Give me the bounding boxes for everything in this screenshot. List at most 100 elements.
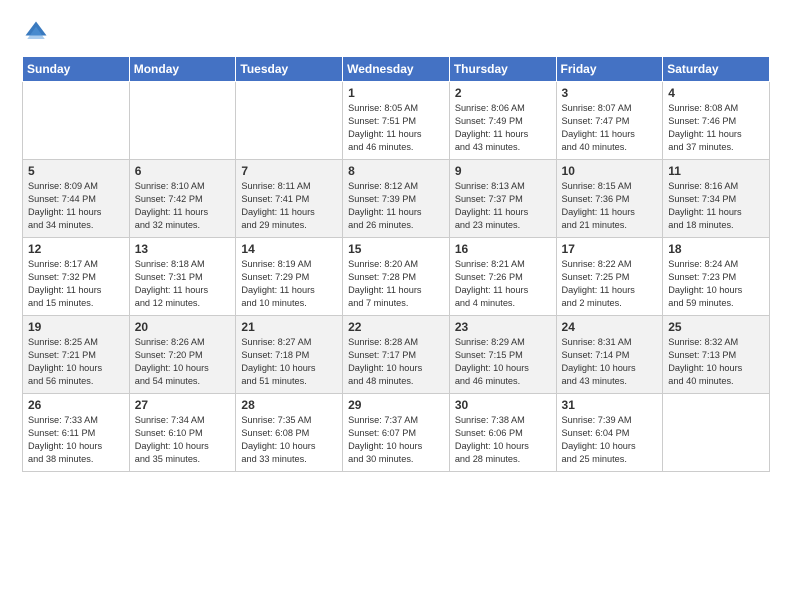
- day-info: Sunrise: 7:34 AM Sunset: 6:10 PM Dayligh…: [135, 414, 231, 466]
- day-info: Sunrise: 8:20 AM Sunset: 7:28 PM Dayligh…: [348, 258, 444, 310]
- calendar-day-cell: 20 Sunrise: 8:26 AM Sunset: 7:20 PM Dayli…: [129, 316, 236, 394]
- calendar-day-cell: [236, 82, 343, 160]
- day-info: Sunrise: 7:35 AM Sunset: 6:08 PM Dayligh…: [241, 414, 337, 466]
- day-info: Sunrise: 8:19 AM Sunset: 7:29 PM Dayligh…: [241, 258, 337, 310]
- day-number: 10: [562, 164, 658, 178]
- weekday-header: Tuesday: [236, 57, 343, 82]
- calendar-day-cell: 21 Sunrise: 8:27 AM Sunset: 7:18 PM Dayli…: [236, 316, 343, 394]
- day-info: Sunrise: 7:39 AM Sunset: 6:04 PM Dayligh…: [562, 414, 658, 466]
- day-number: 15: [348, 242, 444, 256]
- calendar-day-cell: 10 Sunrise: 8:15 AM Sunset: 7:36 PM Dayli…: [556, 160, 663, 238]
- calendar-day-cell: 24 Sunrise: 8:31 AM Sunset: 7:14 PM Dayli…: [556, 316, 663, 394]
- day-info: Sunrise: 8:25 AM Sunset: 7:21 PM Dayligh…: [28, 336, 124, 388]
- day-number: 12: [28, 242, 124, 256]
- day-number: 4: [668, 86, 764, 100]
- calendar-day-cell: 28 Sunrise: 7:35 AM Sunset: 6:08 PM Dayli…: [236, 394, 343, 472]
- day-number: 14: [241, 242, 337, 256]
- calendar-day-cell: 15 Sunrise: 8:20 AM Sunset: 7:28 PM Dayli…: [343, 238, 450, 316]
- day-number: 19: [28, 320, 124, 334]
- day-info: Sunrise: 8:16 AM Sunset: 7:34 PM Dayligh…: [668, 180, 764, 232]
- calendar-day-cell: 23 Sunrise: 8:29 AM Sunset: 7:15 PM Dayli…: [449, 316, 556, 394]
- day-number: 20: [135, 320, 231, 334]
- logo: [22, 18, 54, 46]
- calendar-day-cell: 9 Sunrise: 8:13 AM Sunset: 7:37 PM Daylig…: [449, 160, 556, 238]
- header: [22, 18, 770, 46]
- calendar-day-cell: 22Sunrise: 8:28 AM Sunset: 7:17 PM Dayli…: [343, 316, 450, 394]
- day-info: Sunrise: 8:10 AM Sunset: 7:42 PM Dayligh…: [135, 180, 231, 232]
- day-number: 25: [668, 320, 764, 334]
- day-number: 21: [241, 320, 337, 334]
- day-number: 17: [562, 242, 658, 256]
- day-number: 6: [135, 164, 231, 178]
- calendar-day-cell: 25 Sunrise: 8:32 AM Sunset: 7:13 PM Dayli…: [663, 316, 770, 394]
- calendar-day-cell: [23, 82, 130, 160]
- day-info: Sunrise: 8:13 AM Sunset: 7:37 PM Dayligh…: [455, 180, 551, 232]
- calendar-day-cell: 12 Sunrise: 8:17 AM Sunset: 7:32 PM Dayli…: [23, 238, 130, 316]
- calendar-day-cell: [129, 82, 236, 160]
- logo-icon: [22, 18, 50, 46]
- calendar-day-cell: 4Sunrise: 8:08 AM Sunset: 7:46 PM Daylig…: [663, 82, 770, 160]
- calendar-day-cell: 29Sunrise: 7:37 AM Sunset: 6:07 PM Dayli…: [343, 394, 450, 472]
- day-number: 8: [348, 164, 444, 178]
- day-number: 27: [135, 398, 231, 412]
- weekday-header: Monday: [129, 57, 236, 82]
- day-number: 28: [241, 398, 337, 412]
- day-info: Sunrise: 8:11 AM Sunset: 7:41 PM Dayligh…: [241, 180, 337, 232]
- calendar-week-row: 26 Sunrise: 7:33 AM Sunset: 6:11 PM Dayli…: [23, 394, 770, 472]
- day-info: Sunrise: 7:33 AM Sunset: 6:11 PM Dayligh…: [28, 414, 124, 466]
- day-info: Sunrise: 8:29 AM Sunset: 7:15 PM Dayligh…: [455, 336, 551, 388]
- day-info: Sunrise: 8:24 AM Sunset: 7:23 PM Dayligh…: [668, 258, 764, 310]
- day-number: 13: [135, 242, 231, 256]
- weekday-header: Saturday: [663, 57, 770, 82]
- page: SundayMondayTuesdayWednesdayThursdayFrid…: [0, 0, 792, 612]
- calendar-day-cell: 2 Sunrise: 8:06 AM Sunset: 7:49 PM Daylig…: [449, 82, 556, 160]
- day-number: 18: [668, 242, 764, 256]
- day-number: 23: [455, 320, 551, 334]
- calendar-day-cell: 27 Sunrise: 7:34 AM Sunset: 6:10 PM Dayli…: [129, 394, 236, 472]
- day-info: Sunrise: 8:05 AM Sunset: 7:51 PM Dayligh…: [348, 102, 444, 154]
- calendar-day-cell: 30 Sunrise: 7:38 AM Sunset: 6:06 PM Dayli…: [449, 394, 556, 472]
- calendar-day-cell: 31 Sunrise: 7:39 AM Sunset: 6:04 PM Dayli…: [556, 394, 663, 472]
- day-info: Sunrise: 8:26 AM Sunset: 7:20 PM Dayligh…: [135, 336, 231, 388]
- day-info: Sunrise: 8:12 AM Sunset: 7:39 PM Dayligh…: [348, 180, 444, 232]
- day-info: Sunrise: 8:07 AM Sunset: 7:47 PM Dayligh…: [562, 102, 658, 154]
- day-number: 30: [455, 398, 551, 412]
- calendar-day-cell: 7Sunrise: 8:11 AM Sunset: 7:41 PM Daylig…: [236, 160, 343, 238]
- calendar-day-cell: 13 Sunrise: 8:18 AM Sunset: 7:31 PM Dayli…: [129, 238, 236, 316]
- weekday-header: Thursday: [449, 57, 556, 82]
- day-info: Sunrise: 8:06 AM Sunset: 7:49 PM Dayligh…: [455, 102, 551, 154]
- calendar-day-cell: 11Sunrise: 8:16 AM Sunset: 7:34 PM Dayli…: [663, 160, 770, 238]
- weekday-header: Wednesday: [343, 57, 450, 82]
- day-info: Sunrise: 8:27 AM Sunset: 7:18 PM Dayligh…: [241, 336, 337, 388]
- weekday-header: Friday: [556, 57, 663, 82]
- day-info: Sunrise: 8:28 AM Sunset: 7:17 PM Dayligh…: [348, 336, 444, 388]
- day-number: 24: [562, 320, 658, 334]
- calendar-day-cell: 26 Sunrise: 7:33 AM Sunset: 6:11 PM Dayli…: [23, 394, 130, 472]
- calendar-day-cell: 16Sunrise: 8:21 AM Sunset: 7:26 PM Dayli…: [449, 238, 556, 316]
- calendar-day-cell: 18 Sunrise: 8:24 AM Sunset: 7:23 PM Dayli…: [663, 238, 770, 316]
- day-info: Sunrise: 8:15 AM Sunset: 7:36 PM Dayligh…: [562, 180, 658, 232]
- calendar-week-row: 12 Sunrise: 8:17 AM Sunset: 7:32 PM Dayli…: [23, 238, 770, 316]
- day-info: Sunrise: 8:22 AM Sunset: 7:25 PM Dayligh…: [562, 258, 658, 310]
- day-info: Sunrise: 8:32 AM Sunset: 7:13 PM Dayligh…: [668, 336, 764, 388]
- calendar-day-cell: 6 Sunrise: 8:10 AM Sunset: 7:42 PM Daylig…: [129, 160, 236, 238]
- day-info: Sunrise: 8:18 AM Sunset: 7:31 PM Dayligh…: [135, 258, 231, 310]
- day-info: Sunrise: 7:38 AM Sunset: 6:06 PM Dayligh…: [455, 414, 551, 466]
- day-number: 2: [455, 86, 551, 100]
- day-number: 31: [562, 398, 658, 412]
- day-number: 1: [348, 86, 444, 100]
- day-number: 16: [455, 242, 551, 256]
- calendar-day-cell: [663, 394, 770, 472]
- day-number: 5: [28, 164, 124, 178]
- day-info: Sunrise: 8:17 AM Sunset: 7:32 PM Dayligh…: [28, 258, 124, 310]
- weekday-header: Sunday: [23, 57, 130, 82]
- calendar-day-cell: 19 Sunrise: 8:25 AM Sunset: 7:21 PM Dayli…: [23, 316, 130, 394]
- calendar-week-row: 5 Sunrise: 8:09 AM Sunset: 7:44 PM Daylig…: [23, 160, 770, 238]
- day-number: 26: [28, 398, 124, 412]
- day-number: 9: [455, 164, 551, 178]
- calendar-day-cell: 5 Sunrise: 8:09 AM Sunset: 7:44 PM Daylig…: [23, 160, 130, 238]
- day-info: Sunrise: 8:09 AM Sunset: 7:44 PM Dayligh…: [28, 180, 124, 232]
- calendar-day-cell: 1 Sunrise: 8:05 AM Sunset: 7:51 PM Daylig…: [343, 82, 450, 160]
- day-info: Sunrise: 7:37 AM Sunset: 6:07 PM Dayligh…: [348, 414, 444, 466]
- day-info: Sunrise: 8:31 AM Sunset: 7:14 PM Dayligh…: [562, 336, 658, 388]
